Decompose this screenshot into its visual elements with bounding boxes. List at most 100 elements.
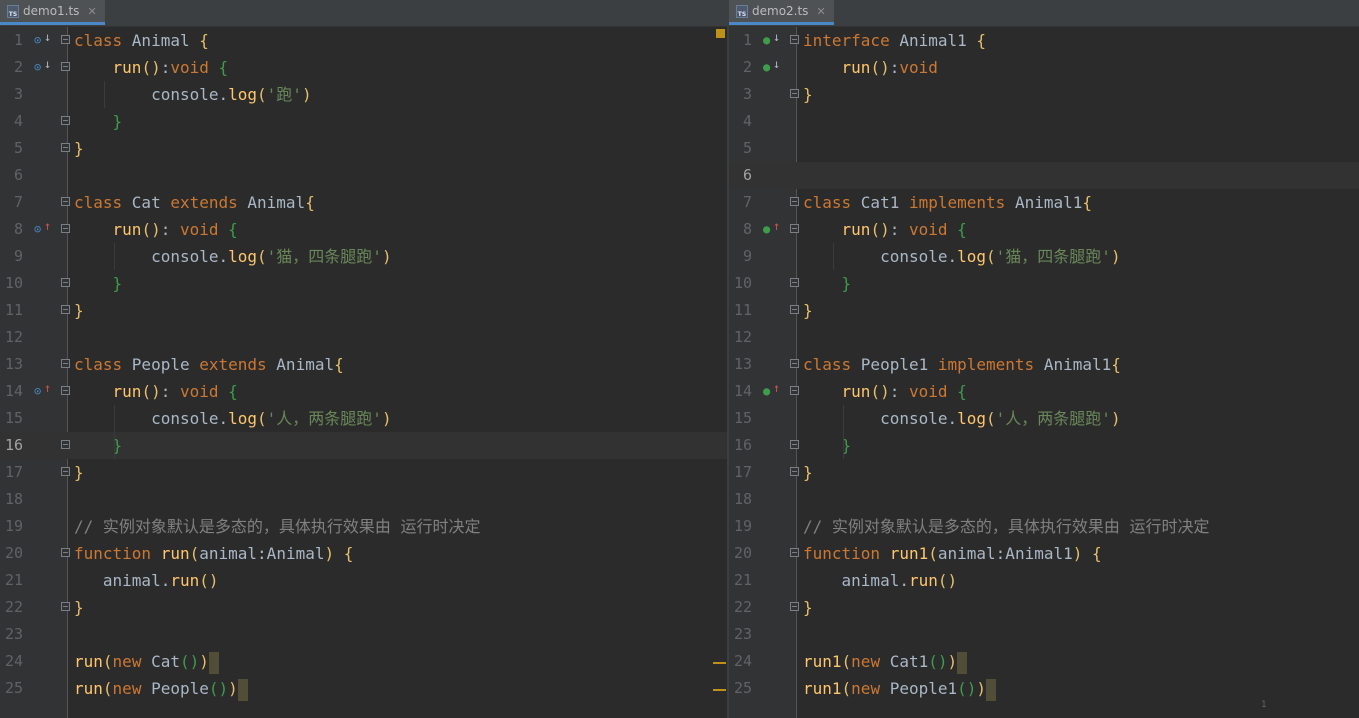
code-line[interactable]: 14 ● ↑ run(): void {	[729, 378, 1359, 405]
line-number[interactable]: 18	[729, 486, 752, 513]
code-text[interactable]: }	[803, 459, 1359, 486]
fold-marker-icon[interactable]	[790, 35, 799, 44]
code-text[interactable]: }	[74, 108, 727, 135]
line-number[interactable]: 16	[729, 432, 752, 459]
code-line[interactable]: 11}	[0, 297, 727, 324]
fold-marker-icon[interactable]	[61, 602, 70, 611]
fold-marker-icon[interactable]	[61, 359, 70, 368]
code-line[interactable]: 25 run(new People())	[0, 675, 727, 702]
line-number[interactable]: 25	[0, 675, 23, 702]
code-text[interactable]: }	[74, 270, 727, 297]
code-line[interactable]: 15 console.log('人，两条腿跑')	[729, 405, 1359, 432]
line-number[interactable]: 12	[0, 324, 23, 351]
warning-stripe[interactable]	[713, 662, 726, 664]
fold-marker-icon[interactable]	[61, 62, 70, 71]
line-number[interactable]: 14	[729, 378, 752, 405]
close-icon[interactable]: ✕	[816, 5, 825, 18]
code-text[interactable]: function run(animal:Animal) {	[74, 540, 727, 567]
code-text[interactable]: run(new People())	[74, 675, 727, 702]
code-line[interactable]: 20 function run1(animal:Animal1) {	[729, 540, 1359, 567]
code-line[interactable]: 7 class Cat extends Animal{	[0, 189, 727, 216]
line-number[interactable]: 18	[0, 486, 23, 513]
line-number[interactable]: 7	[729, 189, 752, 216]
code-line[interactable]: 6	[729, 162, 1359, 189]
code-text[interactable]: console.log('猫，四条腿跑')	[74, 243, 727, 270]
code-line[interactable]: 18	[0, 486, 727, 513]
code-line[interactable]: 18	[729, 486, 1359, 513]
close-icon[interactable]: ✕	[87, 5, 96, 18]
fold-marker-icon[interactable]	[790, 305, 799, 314]
editor-pane-demo2[interactable]: TS demo2.ts ✕ 1 ● ↓ interface Animal1 {2 ● ↓ …	[729, 0, 1359, 718]
code-line[interactable]: 8 ● ↑ run(): void {	[729, 216, 1359, 243]
fold-marker-icon[interactable]	[61, 143, 70, 152]
code-line[interactable]: 21 animal.run()	[729, 567, 1359, 594]
code-text[interactable]: }	[74, 459, 727, 486]
line-number[interactable]: 17	[0, 459, 23, 486]
code-line[interactable]: 20 function run(animal:Animal) {	[0, 540, 727, 567]
line-number[interactable]: 22	[729, 594, 752, 621]
line-number[interactable]: 21	[0, 567, 23, 594]
fold-marker-icon[interactable]	[61, 35, 70, 44]
code-line[interactable]: 23	[0, 621, 727, 648]
code-line[interactable]: 22}	[729, 594, 1359, 621]
line-number[interactable]: 12	[729, 324, 752, 351]
line-number[interactable]: 23	[0, 621, 23, 648]
code-text[interactable]: }	[74, 135, 727, 162]
code-text[interactable]: run(): void {	[74, 216, 727, 243]
fold-marker-icon[interactable]	[61, 386, 70, 395]
code-line[interactable]: 6	[0, 162, 727, 189]
code-line[interactable]: 2 ● ↓ run():void	[729, 54, 1359, 81]
code-text[interactable]: run(): void {	[803, 216, 1359, 243]
line-number[interactable]: 16	[0, 432, 23, 459]
code-line[interactable]: 9 console.log('猫，四条腿跑')	[0, 243, 727, 270]
line-number[interactable]: 22	[0, 594, 23, 621]
line-number[interactable]: 5	[0, 135, 23, 162]
editor-pane-demo1[interactable]: TS demo1.ts ✕ 1 ⊙ ↓ class Animal {2 ⊙ ↓ run()…	[0, 0, 727, 718]
code-text[interactable]: animal.run()	[803, 567, 1359, 594]
line-number[interactable]: 10	[0, 270, 23, 297]
code-line[interactable]: 17}	[729, 459, 1359, 486]
code-text[interactable]: run1(new People1())	[803, 675, 1359, 702]
code-line[interactable]: 9 console.log('猫，四条腿跑')	[729, 243, 1359, 270]
code-text[interactable]: run(new Cat())	[74, 648, 727, 675]
code-line[interactable]: 4 }	[0, 108, 727, 135]
code-line[interactable]: 7 class Cat1 implements Animal1{	[729, 189, 1359, 216]
code-line[interactable]: 19 // 实例对象默认是多态的，具体执行效果由 运行时决定	[0, 513, 727, 540]
code-text[interactable]: class People1 implements Animal1{	[803, 351, 1359, 378]
code-text[interactable]: run():void	[803, 54, 1359, 81]
line-number[interactable]: 4	[729, 108, 752, 135]
line-number[interactable]: 6	[0, 162, 23, 189]
line-number[interactable]: 15	[0, 405, 23, 432]
code-line[interactable]: 13 class People1 implements Animal1{	[729, 351, 1359, 378]
code-line[interactable]: 4	[729, 108, 1359, 135]
code-line[interactable]: 23	[729, 621, 1359, 648]
code-text[interactable]: class People extends Animal{	[74, 351, 727, 378]
line-number[interactable]: 2	[729, 54, 752, 81]
line-number[interactable]: 23	[729, 621, 752, 648]
fold-marker-icon[interactable]	[61, 197, 70, 206]
line-number[interactable]: 8	[729, 216, 752, 243]
fold-marker-icon[interactable]	[790, 278, 799, 287]
fold-marker-icon[interactable]	[790, 548, 799, 557]
line-number[interactable]: 24	[729, 648, 752, 675]
code-line[interactable]: 2 ⊙ ↓ run():void {	[0, 54, 727, 81]
code-text[interactable]: run1(new Cat1())	[803, 648, 1359, 675]
code-text[interactable]: interface Animal1 {	[803, 27, 1359, 54]
line-number[interactable]: 13	[729, 351, 752, 378]
code-line[interactable]: 10 }	[0, 270, 727, 297]
line-number[interactable]: 19	[0, 513, 23, 540]
fold-marker-icon[interactable]	[790, 467, 799, 476]
code-line[interactable]: 3 console.log('跑')	[0, 81, 727, 108]
line-number[interactable]: 10	[729, 270, 752, 297]
line-number[interactable]: 14	[0, 378, 23, 405]
code-line[interactable]: 24 run1(new Cat1())	[729, 648, 1359, 675]
warning-stripe[interactable]	[713, 689, 726, 691]
code-text[interactable]: console.log('人，两条腿跑')	[803, 405, 1359, 432]
line-number[interactable]: 19	[729, 513, 752, 540]
fold-marker-icon[interactable]	[790, 386, 799, 395]
code-line[interactable]: 1 ● ↓ interface Animal1 {	[729, 27, 1359, 54]
fold-marker-icon[interactable]	[790, 440, 799, 449]
warning-marker[interactable]	[716, 29, 725, 38]
code-line[interactable]: 5	[729, 135, 1359, 162]
line-number[interactable]: 24	[0, 648, 23, 675]
